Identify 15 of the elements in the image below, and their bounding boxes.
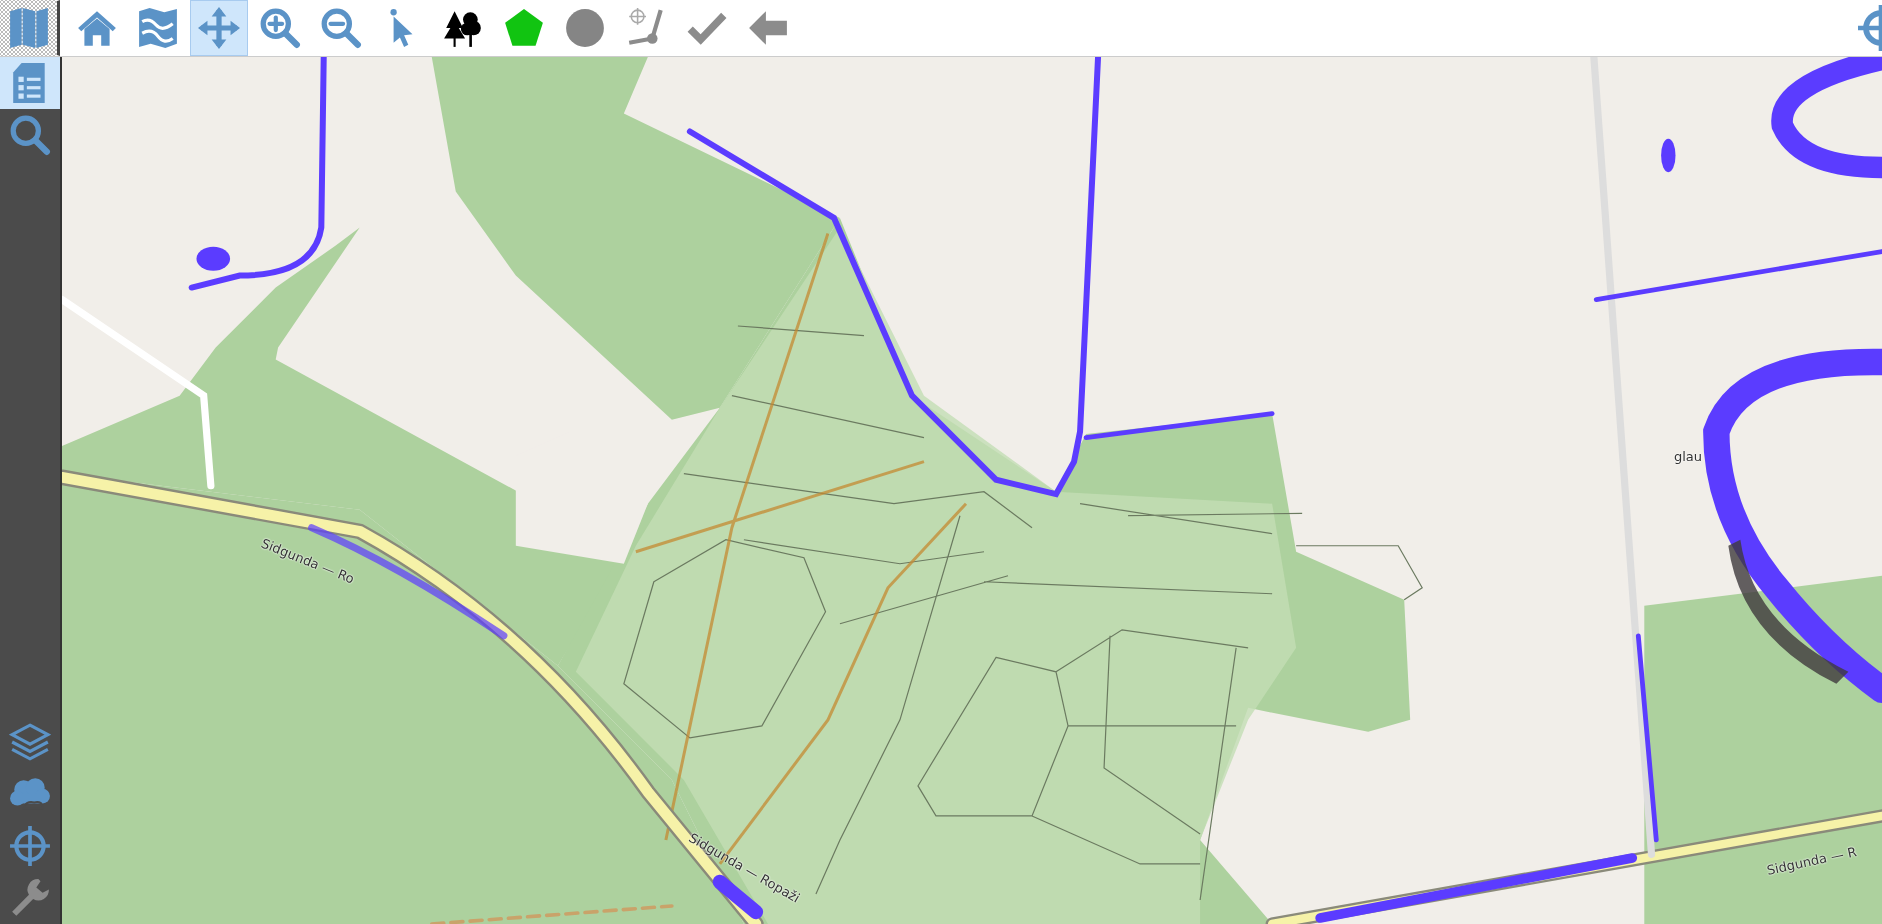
wrench-icon (9, 877, 51, 919)
pentagon-icon (503, 7, 545, 49)
map-icon (8, 7, 50, 49)
road-label: glau (1674, 449, 1703, 464)
layers-icon (9, 721, 51, 763)
crosshair-icon (9, 825, 51, 867)
move-arrows-icon (198, 7, 240, 49)
zoom-in-icon (259, 7, 301, 49)
folded-map-icon (137, 7, 179, 49)
circle-icon (564, 7, 606, 49)
move-arrows-button[interactable] (190, 0, 248, 56)
map-button[interactable] (0, 0, 60, 56)
zoom-out-icon (320, 7, 362, 49)
search-icon (9, 114, 51, 156)
road-label: Sidgunda — R (1765, 844, 1858, 878)
